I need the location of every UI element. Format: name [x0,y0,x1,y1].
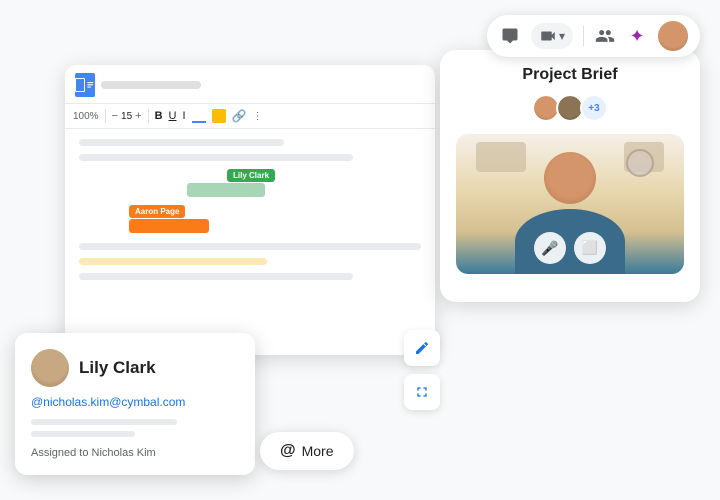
profile-line-1 [31,419,177,425]
profile-line-2 [31,431,135,437]
highlight-btn[interactable] [212,109,226,123]
sparkle-icon[interactable]: ✦ [626,25,648,47]
expand-edit-button[interactable] [404,374,440,410]
italic-btn[interactable]: I [182,110,185,122]
more-button[interactable]: @ More [260,432,354,470]
edit-icons [404,330,440,410]
video-controls: 🎤 ⬜ [534,232,606,264]
camera-dropdown-arrow[interactable]: ▾ [559,29,565,43]
brief-title: Project Brief [456,66,684,84]
brief-avatar-more: +3 [580,94,608,122]
doc-line-5 [79,273,353,280]
chat-icon[interactable] [499,25,521,47]
profile-card: Lily Clark @nicholas.kim@cymbal.com Assi… [15,333,255,475]
lily-bar [187,183,265,197]
gantt-row-lily: Lily Clark [79,169,421,201]
doc-line-1 [79,139,284,146]
video-button[interactable]: ⬜ [574,232,606,264]
bold-btn[interactable]: B [155,110,163,122]
gantt-chart: Lily Clark Aaron Page [79,169,421,239]
doc-card: 100% − 15 + B U I 🔗 ⋮ Lily Clark Aaron P… [65,65,435,355]
brief-avatars: +3 [456,94,684,122]
user-avatar[interactable] [658,21,688,51]
profile-email[interactable]: @nicholas.kim@cymbal.com [31,395,239,409]
more-button-label: More [302,443,334,459]
link-btn[interactable]: 🔗 [232,109,247,123]
doc-toolbar: 100% − 15 + B U I 🔗 ⋮ [65,104,435,129]
doc-line-3 [79,243,421,250]
doc-line-2 [79,154,353,161]
brief-video: 🎤 ⬜ [456,134,684,274]
aaron-bar [129,219,209,233]
clock [626,149,654,177]
doc-logo-icon [75,73,95,97]
person-head [544,152,596,204]
toolbar-divider-1 [105,109,106,123]
text-color-btn[interactable] [192,109,206,123]
aaron-label: Aaron Page [129,205,185,218]
meet-toolbar: ▾ ✦ [487,15,700,57]
profile-avatar [31,349,69,387]
kitchen-cabinet-2 [476,142,526,172]
pencil-edit-button[interactable] [404,330,440,366]
people-icon[interactable] [594,25,616,47]
profile-name: Lily Clark [79,358,156,378]
toolbar-separator [583,26,584,46]
doc-title [101,81,201,89]
doc-line-4 [79,258,267,265]
brief-card: Project Brief +3 🎤 ⬜ [440,50,700,302]
font-size-control[interactable]: − 15 + [112,110,142,122]
doc-content: Lily Clark Aaron Page [65,129,435,298]
zoom-level[interactable]: 100% [73,111,99,122]
profile-assigned: Assigned to Nicholas Kim [31,447,239,459]
camera-button[interactable]: ▾ [531,23,573,49]
lily-label: Lily Clark [227,169,275,182]
profile-header: Lily Clark [31,349,239,387]
at-symbol: @ [280,442,296,460]
gantt-row-aaron: Aaron Page [79,205,421,233]
doc-header [65,65,435,104]
mute-button[interactable]: 🎤 [534,232,566,264]
toolbar-divider-2 [148,109,149,123]
profile-lines [31,419,239,437]
more-btn[interactable]: ⋮ [253,111,263,122]
underline-btn[interactable]: U [169,110,177,122]
